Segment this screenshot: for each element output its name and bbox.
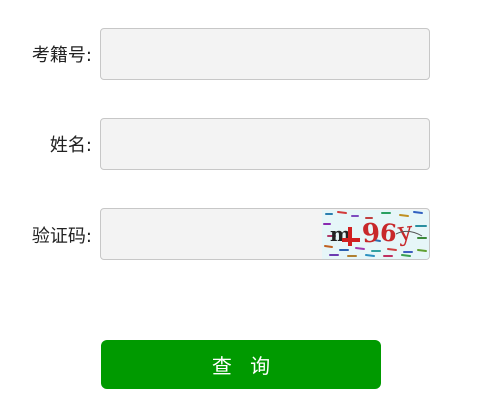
svg-text:6: 6 — [379, 217, 398, 247]
exam-number-input[interactable] — [100, 28, 430, 80]
captcha-label: 验证码: — [31, 226, 92, 247]
exam-number-label: 考籍号: — [31, 45, 92, 66]
captcha-image[interactable]: m 9 6 y — [322, 210, 429, 259]
query-button[interactable]: 查 询 — [101, 340, 381, 389]
svg-text:m: m — [330, 222, 351, 246]
name-label: 姓名: — [49, 135, 92, 156]
name-input[interactable] — [100, 118, 430, 170]
